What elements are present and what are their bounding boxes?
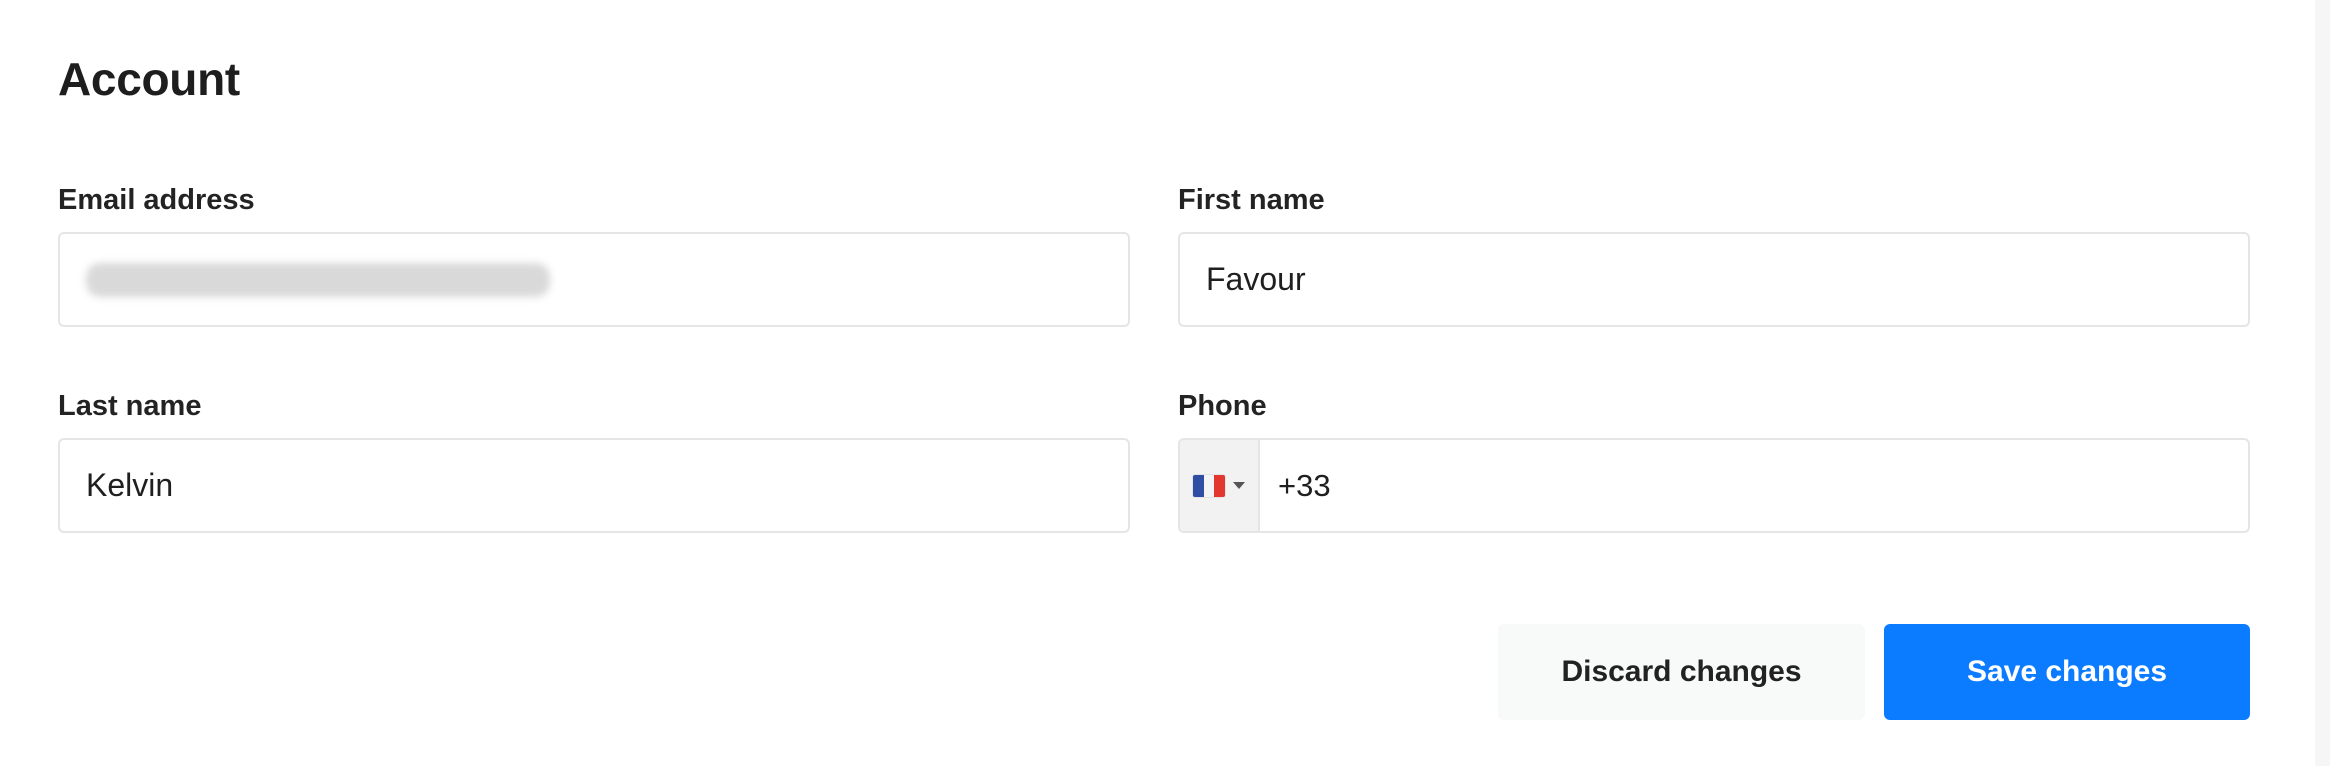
phone-field-box xyxy=(1178,438,2250,533)
last-name-input[interactable] xyxy=(60,440,1128,531)
phone-input[interactable] xyxy=(1260,440,2248,531)
last-name-field-box xyxy=(58,438,1130,533)
first-name-input[interactable] xyxy=(1180,234,2248,325)
last-name-field-group: Last name xyxy=(58,388,1130,533)
chevron-down-icon xyxy=(1233,482,1245,489)
email-field[interactable] xyxy=(58,232,1130,327)
account-settings-page: Account Email address First name Last na… xyxy=(58,0,2252,766)
page-title: Account xyxy=(58,53,240,105)
email-label: Email address xyxy=(58,184,255,216)
phone-label: Phone xyxy=(1178,390,1267,422)
country-code-selector[interactable] xyxy=(1180,440,1260,531)
last-name-label: Last name xyxy=(58,390,202,422)
scrollbar-track[interactable] xyxy=(2315,0,2330,766)
email-field-group: Email address xyxy=(58,182,1130,327)
france-flag-icon xyxy=(1193,474,1225,497)
save-changes-button[interactable]: Save changes xyxy=(1884,624,2250,720)
first-name-field-box xyxy=(1178,232,2250,327)
first-name-label: First name xyxy=(1178,184,1325,216)
email-redacted-value xyxy=(86,262,550,297)
phone-field-group: Phone xyxy=(1178,388,2250,533)
first-name-field-group: First name xyxy=(1178,182,2250,327)
discard-changes-button[interactable]: Discard changes xyxy=(1498,624,1865,720)
